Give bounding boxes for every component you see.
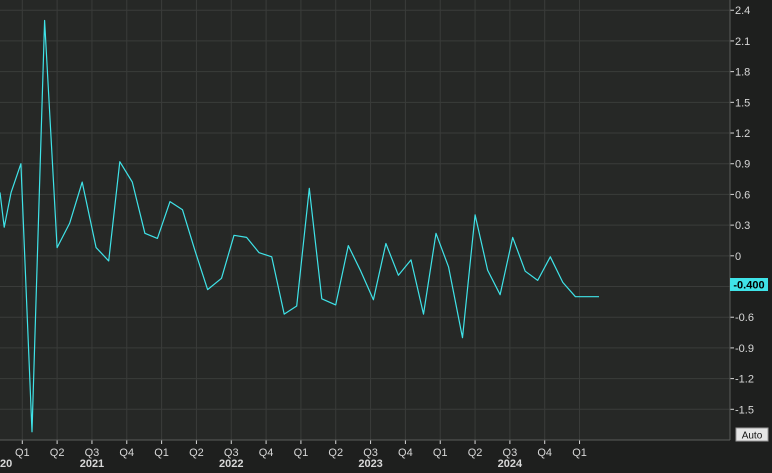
last-value-label: -0.400 <box>733 280 764 292</box>
x-tick-label: Q1 <box>294 447 309 459</box>
y-tick-label: 2.4 <box>735 5 750 17</box>
x-axis: Q1Q2Q3Q4Q1Q2Q3Q4Q1Q2Q3Q4Q1Q2Q3Q4Q1202020… <box>0 439 730 470</box>
x-year-label: 2020 <box>0 458 12 468</box>
x-tick-label: Q1 <box>154 447 169 459</box>
y-tick-label: 0.9 <box>735 159 750 171</box>
x-tick-label: Q4 <box>119 447 134 459</box>
x-tick-label: Q4 <box>259 447 274 459</box>
x-year-label: 2022 <box>219 458 243 468</box>
y-tick-label: 1.5 <box>735 97 750 109</box>
y-tick-label: 2.1 <box>735 36 750 48</box>
x-tick-label: Q2 <box>189 447 204 459</box>
chart-svg: 2.42.11.81.51.20.90.60.30-0.3-0.6-0.9-1.… <box>0 0 769 470</box>
last-value-marker: -0.400 <box>730 278 768 292</box>
y-tick-label: 0.6 <box>735 189 750 201</box>
x-tick-label: Q2 <box>468 447 483 459</box>
x-year-label: 2024 <box>498 458 523 468</box>
y-tick-label: 0.3 <box>735 220 750 232</box>
auto-scale-button[interactable]: Auto <box>735 427 769 442</box>
x-year-label: 2023 <box>358 458 382 468</box>
x-tick-label: Q2 <box>328 447 343 459</box>
x-tick-label: Q1 <box>572 447 587 459</box>
y-tick-label: -1.5 <box>735 404 754 416</box>
y-tick-label: 1.2 <box>735 128 750 140</box>
x-tick-label: Q2 <box>50 447 65 459</box>
y-tick-label: -0.9 <box>735 343 754 355</box>
y-tick-label: 1.8 <box>735 67 750 79</box>
plot-area <box>0 0 730 440</box>
y-tick-label: -0.6 <box>735 312 754 324</box>
chart: 2.42.11.81.51.20.90.60.30-0.3-0.6-0.9-1.… <box>0 0 772 470</box>
x-tick-label: Q4 <box>537 447 552 459</box>
auto-button-label[interactable]: Auto <box>742 431 763 442</box>
y-tick-label: -1.2 <box>735 374 754 386</box>
x-tick-label: Q1 <box>433 447 448 459</box>
x-tick-label: Q4 <box>398 447 413 459</box>
y-tick-label: 0 <box>735 251 741 263</box>
x-tick-label: Q1 <box>15 447 30 459</box>
x-year-label: 2021 <box>80 458 104 468</box>
y-axis: 2.42.11.81.51.20.90.60.30-0.3-0.6-0.9-1.… <box>729 0 754 440</box>
